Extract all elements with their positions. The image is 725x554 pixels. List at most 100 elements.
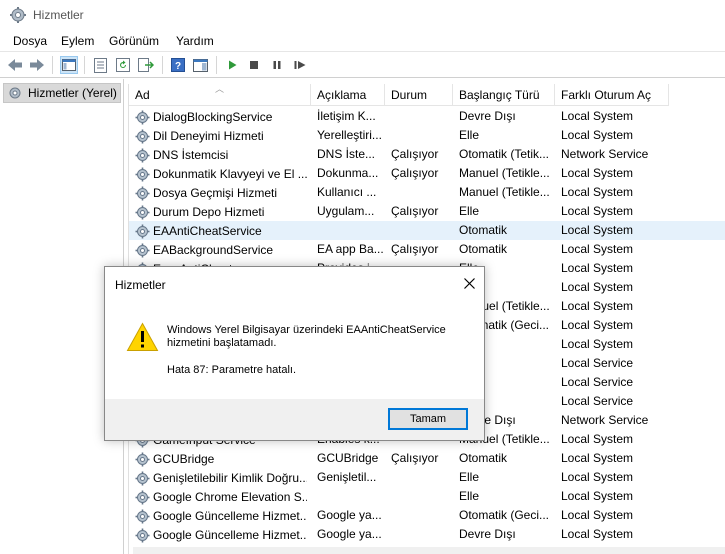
table-row[interactable]: Dosya Geçmişi Hizmeti Kullanıcı ... Manuel… [129, 183, 725, 202]
console-tree-icon[interactable] [60, 56, 78, 74]
column-header-startup-type[interactable]: Başlangıç Türü [453, 84, 555, 106]
service-description [317, 489, 385, 505]
service-status: Çalışıyor [391, 451, 439, 465]
refresh-icon[interactable] [114, 56, 132, 74]
table-row[interactable]: EABackgroundService EA app Ba... Çalışıyor… [129, 240, 725, 259]
service-description: Uygulam... [317, 204, 375, 218]
table-row[interactable]: DialogBlockingService İletişim K... Devre … [129, 107, 725, 126]
table-row[interactable]: DNS İstemcisi DNS İste... Çalışıyor Otomati… [129, 145, 725, 164]
service-status [391, 128, 453, 144]
column-header-name[interactable]: Ad ︿ [129, 84, 311, 106]
service-status [391, 527, 453, 543]
service-log-on-as: Local System [561, 432, 634, 446]
show-hide-pane-icon[interactable] [191, 56, 209, 74]
column-header-description[interactable]: Açıklama [311, 84, 385, 106]
help-icon[interactable]: ? [169, 56, 187, 74]
table-row[interactable]: EAAntiCheatService Otomatik Local System [129, 221, 725, 240]
services-gear-icon [9, 87, 21, 99]
service-description: İletişim K... [317, 109, 376, 123]
service-log-on-as: Local System [561, 508, 634, 522]
service-name: Dosya Geçmişi Hizmeti [153, 186, 278, 200]
window-title: Hizmetler [33, 8, 84, 22]
service-status [391, 489, 453, 505]
service-gear-icon [135, 186, 150, 200]
service-status: Çalışıyor [391, 147, 439, 161]
service-log-on-as: Local System [561, 299, 634, 313]
service-name: EABackgroundService [153, 243, 274, 257]
back-arrow-icon[interactable] [6, 56, 24, 74]
service-gear-icon [135, 528, 150, 542]
stop-service-icon[interactable] [245, 56, 263, 74]
ok-button[interactable]: Tamam [388, 408, 468, 430]
dialog-title: Hizmetler [115, 278, 166, 292]
column-header-status[interactable]: Durum [385, 84, 453, 106]
service-log-on-as: Local System [561, 318, 634, 332]
table-row[interactable]: Google Güncelleme Hizmet... Google ya... O… [129, 506, 725, 525]
service-gear-icon [135, 452, 150, 466]
table-row[interactable]: Dil Deneyimi Hizmeti Yerelleştiri... Elle L… [129, 126, 725, 145]
table-row[interactable]: Genişletilebilir Kimlik Doğru... Genişlet… [129, 468, 725, 487]
tree-item-label: Hizmetler (Yerel) [28, 86, 117, 100]
table-row[interactable]: Google Güncelleme Hizmet... Google ya... D… [129, 525, 725, 544]
service-log-on-as: Local System [561, 109, 634, 123]
pause-service-icon[interactable] [268, 56, 286, 74]
toolbar: ? [0, 52, 725, 78]
menu-yardim[interactable]: Yardım [176, 34, 214, 48]
dialog-error-code: Hata 87: Parametre hatalı. [167, 364, 297, 376]
service-startup-type: Devre Dışı [459, 109, 516, 123]
service-startup-type: Otomatik (Tetik... [459, 147, 550, 161]
menu-dosya[interactable]: Dosya [13, 34, 47, 48]
service-log-on-as: Local System [561, 166, 634, 180]
service-gear-icon [135, 110, 150, 124]
service-name-cell: Google Güncelleme Hizmet... [135, 527, 307, 543]
service-gear-icon [135, 224, 150, 238]
service-startup-type: Elle [459, 128, 480, 142]
service-description: GCUBridge [317, 451, 379, 465]
table-row[interactable]: Dokunmatik Klavyeyi ve El ... Dokunma... Ç… [129, 164, 725, 183]
service-status [391, 223, 453, 239]
column-header-log-on-as[interactable]: Farklı Oturum Aç [555, 84, 669, 106]
service-log-on-as: Local System [561, 261, 634, 275]
close-icon[interactable] [460, 274, 478, 292]
service-description: Yerelleştiri... [317, 128, 382, 142]
service-status [391, 185, 453, 201]
forward-arrow-icon[interactable] [28, 56, 46, 74]
service-name: Dokunmatik Klavyeyi ve El ... [153, 167, 307, 181]
service-status: Çalışıyor [391, 242, 439, 256]
service-startup-type: Elle [459, 470, 480, 484]
service-name-cell: Genişletilebilir Kimlik Doğru... [135, 470, 307, 486]
export-list-icon[interactable] [137, 56, 155, 74]
service-description: DNS İste... [317, 147, 376, 161]
service-log-on-as: Local Service [561, 356, 634, 370]
services-gear-icon [10, 7, 26, 23]
properties-sheet-icon[interactable] [91, 56, 109, 74]
service-name-cell: EABackgroundService [135, 242, 307, 258]
menu-eylem[interactable]: Eylem [61, 34, 94, 48]
service-log-on-as: Network Service [561, 147, 649, 161]
table-row[interactable]: GCUBridge GCUBridge Çalışıyor Otomatik Local… [129, 449, 725, 468]
service-gear-icon [135, 490, 150, 504]
service-name: GCUBridge [153, 452, 215, 466]
service-log-on-as: Local System [561, 337, 634, 351]
warning-icon [126, 322, 159, 351]
error-dialog: Hizmetler Windows Yerel Bilgisayar üzeri… [104, 266, 485, 441]
service-gear-icon [135, 129, 150, 143]
horizontal-scrollbar[interactable] [133, 547, 725, 554]
table-row[interactable]: Durum Depo Hizmeti Uygulam... Çalışıyor Ell… [129, 202, 725, 221]
service-name-cell: Dil Deneyimi Hizmeti [135, 128, 307, 144]
table-row[interactable]: Google Chrome Elevation S... Elle Local Sy… [129, 487, 725, 506]
restart-service-icon[interactable] [291, 56, 309, 74]
start-service-icon[interactable] [223, 56, 241, 74]
service-name-cell: DNS İstemcisi [135, 147, 307, 163]
service-startup-type: Elle [459, 489, 480, 503]
service-name: Google Güncelleme Hizmet... [153, 528, 307, 542]
sort-ascending-icon: ︿ [215, 84, 225, 94]
service-description: Google ya... [317, 527, 382, 541]
tree-item-services-local[interactable]: Hizmetler (Yerel) [3, 83, 121, 103]
service-name-cell: GCUBridge [135, 451, 307, 467]
menu-gorunum[interactable]: Görünüm [109, 34, 159, 48]
svg-text:?: ? [175, 61, 181, 72]
service-log-on-as: Local Service [561, 375, 634, 389]
service-gear-icon [135, 167, 150, 181]
service-log-on-as: Local System [561, 470, 634, 484]
